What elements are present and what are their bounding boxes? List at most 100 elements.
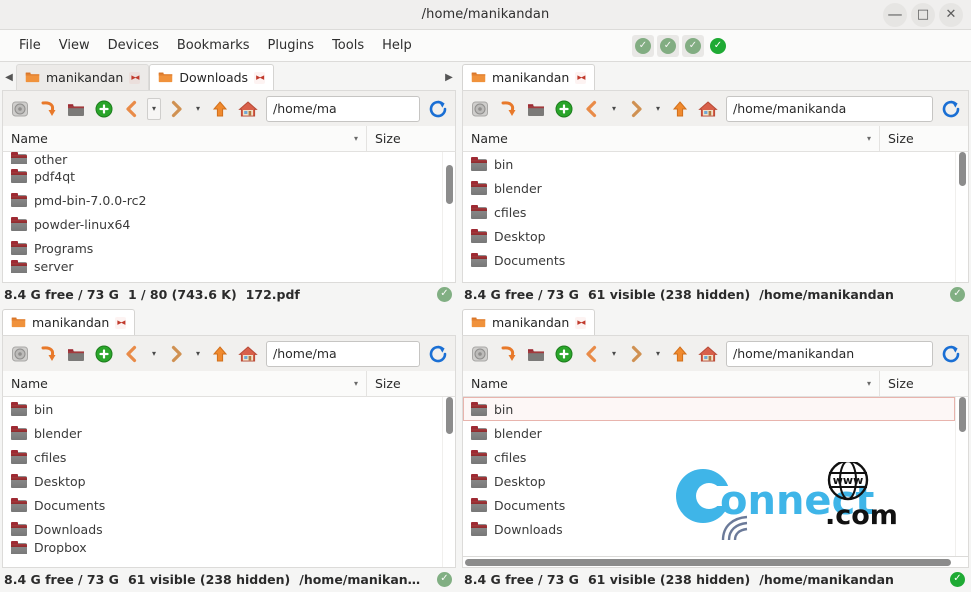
column-header-name[interactable]: Name ▾ — [463, 126, 880, 151]
back-history-caret[interactable]: ▾ — [147, 97, 161, 120]
up-icon[interactable] — [667, 341, 693, 367]
home-icon[interactable] — [695, 96, 721, 122]
tab-close-icon[interactable]: ▸◂ — [575, 71, 587, 84]
forward-icon[interactable] — [623, 341, 649, 367]
menu-plugins[interactable]: Plugins — [259, 34, 324, 57]
file-list-row[interactable]: blender — [463, 421, 955, 445]
file-list-row[interactable]: pdf4qt — [3, 164, 442, 188]
menu-bookmarks[interactable]: Bookmarks — [168, 34, 259, 57]
menu-help[interactable]: Help — [373, 34, 421, 57]
back-history-caret[interactable]: ▾ — [607, 343, 621, 365]
file-list-row[interactable]: powder-linux64 — [3, 212, 442, 236]
back-icon[interactable] — [579, 341, 605, 367]
add-tab-icon[interactable] — [91, 96, 117, 122]
media-eject-icon[interactable] — [467, 96, 493, 122]
forward-history-caret[interactable]: ▾ — [191, 98, 205, 120]
home-icon[interactable] — [695, 341, 721, 367]
toggle-panel-2[interactable]: ✓ — [657, 35, 679, 57]
file-list-row[interactable]: Desktop — [463, 224, 955, 248]
media-eject-icon[interactable] — [467, 341, 493, 367]
file-list-row[interactable]: cfiles — [463, 200, 955, 224]
refresh-icon[interactable] — [425, 341, 451, 367]
home-icon[interactable] — [235, 96, 261, 122]
file-list-row[interactable]: bin — [463, 397, 955, 421]
sync-arrow-icon[interactable] — [35, 96, 61, 122]
column-header-size[interactable]: Size — [367, 131, 455, 146]
minimize-button[interactable]: — — [883, 2, 907, 27]
column-header-size[interactable]: Size — [880, 131, 968, 146]
up-icon[interactable] — [667, 96, 693, 122]
toggle-panel-1[interactable]: ✓ — [632, 35, 654, 57]
up-icon[interactable] — [207, 341, 233, 367]
horizontal-scrollbar[interactable] — [462, 557, 969, 568]
file-list-row[interactable]: Desktop — [463, 469, 955, 493]
column-header-size[interactable]: Size — [880, 376, 968, 391]
file-list-row[interactable]: Programs — [3, 236, 442, 260]
scrollbar-thumb[interactable] — [446, 397, 453, 435]
folder-icon[interactable] — [63, 341, 89, 367]
file-list-row[interactable]: pmd-bin-7.0.0-rc2 — [3, 188, 442, 212]
forward-icon[interactable] — [163, 341, 189, 367]
panel-active-indicator[interactable]: ✓ — [437, 571, 452, 587]
file-list-row[interactable]: cfiles — [3, 445, 442, 469]
file-list-row[interactable]: Documents — [463, 248, 955, 272]
file-list-row[interactable]: Dropbox — [3, 541, 442, 554]
vertical-scrollbar[interactable] — [442, 152, 455, 282]
vertical-scrollbar[interactable] — [442, 397, 455, 567]
file-list-row[interactable]: Documents — [3, 493, 442, 517]
tab-close-icon[interactable]: ▸◂ — [575, 316, 587, 329]
scrollbar-thumb[interactable] — [959, 152, 966, 186]
file-list-row[interactable]: bin — [3, 397, 442, 421]
file-list-row[interactable]: blender — [3, 421, 442, 445]
tab-bottom-left-0[interactable]: manikandan ▸◂ — [2, 309, 136, 335]
back-history-caret[interactable]: ▾ — [607, 98, 621, 120]
back-icon[interactable] — [119, 96, 145, 122]
tab-top-left-1[interactable]: Downloads ▸◂ — [149, 64, 275, 90]
add-tab-icon[interactable] — [551, 341, 577, 367]
media-eject-icon[interactable] — [7, 96, 33, 122]
tab-close-icon[interactable]: ▸◂ — [115, 316, 127, 329]
toggle-panel-3[interactable]: ✓ — [682, 35, 704, 57]
path-input-top-left[interactable]: /home/ma — [266, 95, 420, 122]
file-list-row[interactable]: cfiles — [463, 445, 955, 469]
file-list-row[interactable]: Documents — [463, 493, 955, 517]
file-list-row[interactable]: Desktop — [3, 469, 442, 493]
tab-bottom-right-0[interactable]: manikandan ▸◂ — [462, 309, 596, 335]
tab-close-icon[interactable]: ▸◂ — [254, 71, 266, 84]
forward-icon[interactable] — [623, 96, 649, 122]
sort-descending-icon[interactable]: ▾ — [354, 134, 358, 143]
sort-descending-icon[interactable]: ▾ — [867, 379, 871, 388]
refresh-icon[interactable] — [938, 341, 964, 367]
refresh-icon[interactable] — [425, 96, 451, 122]
sync-arrow-icon[interactable] — [495, 96, 521, 122]
sync-arrow-icon[interactable] — [35, 341, 61, 367]
file-list-row[interactable]: Downloads — [463, 517, 955, 541]
forward-history-caret[interactable]: ▾ — [191, 343, 205, 365]
back-history-caret[interactable]: ▾ — [147, 343, 161, 365]
menu-file[interactable]: File — [10, 34, 50, 57]
file-list-row[interactable]: blender — [463, 176, 955, 200]
forward-history-caret[interactable]: ▾ — [651, 98, 665, 120]
maximize-button[interactable]: □ — [911, 2, 935, 27]
panel-active-indicator[interactable]: ✓ — [950, 286, 965, 302]
sort-descending-icon[interactable]: ▾ — [867, 134, 871, 143]
folder-icon[interactable] — [63, 96, 89, 122]
path-input-bottom-left[interactable]: /home/ma — [266, 340, 420, 367]
back-icon[interactable] — [119, 341, 145, 367]
sort-descending-icon[interactable]: ▾ — [354, 379, 358, 388]
forward-icon[interactable] — [163, 96, 189, 122]
tab-scroll-left-icon[interactable]: ◀ — [2, 64, 16, 90]
close-button[interactable]: ✕ — [939, 2, 963, 27]
column-header-size[interactable]: Size — [367, 376, 455, 391]
column-header-name[interactable]: Name ▾ — [3, 371, 367, 396]
folder-icon[interactable] — [523, 341, 549, 367]
add-tab-icon[interactable] — [551, 96, 577, 122]
vertical-scrollbar[interactable] — [955, 397, 968, 556]
file-list-row[interactable]: other — [3, 152, 442, 164]
tab-top-left-0[interactable]: manikandan ▸◂ — [16, 64, 150, 90]
scrollbar-thumb[interactable] — [959, 397, 966, 432]
folder-icon[interactable] — [523, 96, 549, 122]
panel-active-indicator[interactable]: ✓ — [437, 286, 452, 302]
path-input-top-right[interactable]: /home/manikanda — [726, 95, 933, 122]
vertical-scrollbar[interactable] — [955, 152, 968, 282]
